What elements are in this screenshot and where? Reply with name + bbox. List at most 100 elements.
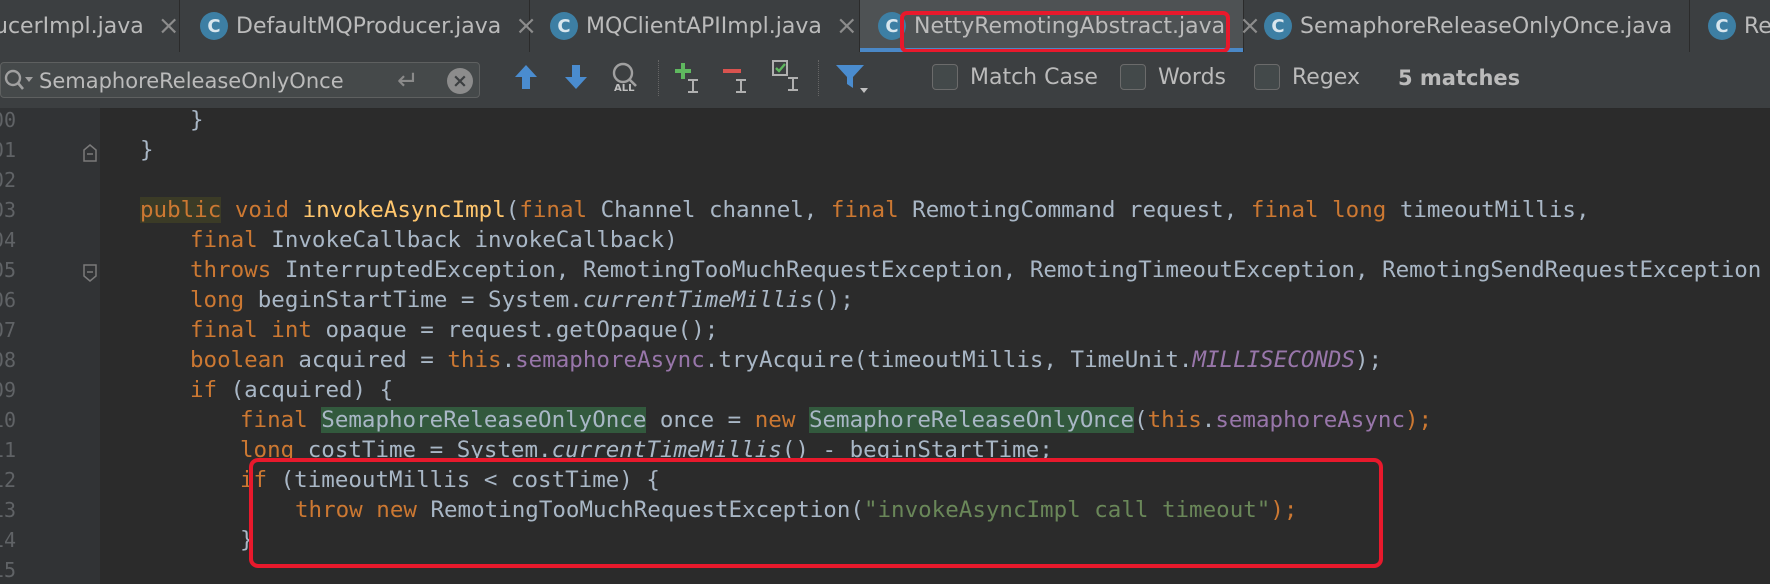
match-case-label: Match Case — [970, 64, 1098, 90]
keyword: final — [830, 197, 899, 223]
line-number: 15 — [0, 558, 16, 582]
code-text: once = — [646, 407, 755, 433]
keyword: throws — [190, 257, 272, 283]
tab-mq-client-api-impl[interactable]: C MQClientAPIImpl.java × — [530, 0, 860, 52]
match-count: 5 matches — [1398, 66, 1521, 90]
tab-label: ucerImpl.java — [0, 13, 144, 39]
line-number: 11 — [0, 438, 16, 462]
fold-icon[interactable] — [82, 144, 98, 162]
fold-icon[interactable] — [82, 264, 98, 282]
line-number: 03 — [0, 198, 16, 222]
regex-option[interactable]: Regex — [1254, 64, 1360, 90]
words-label: Words — [1158, 64, 1227, 90]
code-text: opaque = request.getOpaque(); — [311, 317, 719, 343]
brace: } — [140, 137, 154, 163]
tab-label: Re — [1744, 13, 1770, 39]
tab-label: MQClientAPIImpl.java — [586, 13, 822, 39]
line-number: 04 — [0, 228, 16, 252]
code-line-05: throws InterruptedException, RemotingToo… — [190, 255, 1761, 285]
class-icon: C — [200, 12, 228, 40]
keyword: int — [271, 317, 312, 343]
search-box: ↵ × — [0, 62, 480, 98]
static-method: currentTimeMillis — [582, 287, 814, 313]
words-checkbox[interactable] — [1120, 64, 1146, 90]
code-line-09: if (acquired) { — [190, 375, 393, 405]
code-text: InvokeCallback invokeCallback) — [257, 227, 678, 253]
code-text: (acquired) { — [217, 377, 394, 403]
code-text: . — [1201, 407, 1216, 433]
keyword: public — [140, 197, 222, 223]
remove-selection-icon[interactable] — [720, 60, 756, 94]
field-name: semaphoreAsync — [1215, 407, 1405, 433]
search-icon[interactable] — [3, 66, 35, 96]
code-text: ( — [505, 197, 520, 223]
code-text: ( — [1134, 407, 1148, 433]
keyword: final — [190, 317, 258, 343]
keyword: final — [1250, 197, 1319, 223]
code-line-06: long beginStartTime = System.currentTime… — [190, 285, 854, 315]
line-number: 02 — [0, 168, 16, 192]
constant: MILLISECONDS — [1192, 347, 1356, 373]
regex-checkbox[interactable] — [1254, 64, 1280, 90]
class-icon: C — [550, 12, 578, 40]
method-name: invokeAsyncImpl — [302, 197, 506, 223]
keyword: this — [447, 347, 502, 373]
code-line-07: final int opaque = request.getOpaque(); — [190, 315, 718, 345]
close-icon[interactable]: × — [836, 11, 858, 41]
tab-label: SemaphoreReleaseOnlyOnce.java — [1300, 13, 1673, 39]
words-option[interactable]: Words — [1120, 64, 1226, 90]
next-occurrence-icon[interactable] — [562, 62, 590, 92]
tab-semaphore-release-only-once[interactable]: C SemaphoreReleaseOnlyOnce.java — [1244, 0, 1690, 52]
class-icon: C — [1264, 12, 1292, 40]
line-number: 10 — [0, 408, 16, 432]
line-number: 07 — [0, 318, 16, 342]
keyword: boolean — [190, 347, 285, 373]
keyword: final — [519, 197, 588, 223]
tab-label: DefaultMQProducer.java — [236, 13, 502, 39]
search-input[interactable] — [37, 65, 391, 97]
previous-occurrence-icon[interactable] — [512, 62, 540, 92]
filter-icon[interactable] — [834, 62, 870, 96]
code-text: timeoutMillis, — [1386, 197, 1590, 223]
close-icon[interactable]: × — [158, 11, 180, 41]
select-all-occurrences-icon[interactable]: ALL — [608, 60, 644, 94]
keyword: final — [190, 227, 258, 253]
class-icon: C — [1708, 12, 1736, 40]
tab-annotation-box — [900, 11, 1230, 53]
code-line-10: final SemaphoreReleaseOnlyOnce once = ne… — [240, 405, 1432, 435]
keyword: long — [1332, 197, 1387, 223]
keyword: final — [240, 407, 308, 433]
toolbar-separator — [658, 60, 660, 96]
code-text: RemotingCommand request, — [898, 197, 1251, 223]
match-case-checkbox[interactable] — [932, 64, 958, 90]
keyword: if — [190, 377, 218, 403]
toggle-selection-icon[interactable] — [770, 58, 806, 94]
search-match: SemaphoreReleaseOnlyOnce — [808, 407, 1135, 433]
newline-icon[interactable]: ↵ — [397, 66, 419, 96]
line-number: 12 — [0, 468, 16, 492]
code-line-03: public void invokeAsyncImpl(final Channe… — [140, 195, 1590, 225]
add-selection-icon[interactable] — [672, 60, 708, 94]
keyword: long — [190, 287, 245, 313]
svg-text:ALL: ALL — [614, 83, 635, 94]
tab-overflow[interactable]: C Re — [1690, 0, 1770, 52]
keyword: this — [1147, 407, 1202, 433]
code-text: ); — [1355, 347, 1383, 373]
code-annotation-box — [249, 458, 1383, 568]
line-number: 06 — [0, 288, 16, 312]
clear-search-icon[interactable]: × — [447, 68, 473, 94]
code-line-04: final InvokeCallback invokeCallback) — [190, 225, 678, 255]
code-line-08: boolean acquired = this.semaphoreAsync.t… — [190, 345, 1382, 375]
code-line-01: } — [140, 135, 154, 165]
line-number: 09 — [0, 378, 16, 402]
code-text: acquired = — [284, 347, 448, 373]
match-case-option[interactable]: Match Case — [932, 64, 1098, 90]
line-number: 13 — [0, 498, 16, 522]
search-match: SemaphoreReleaseOnlyOnce — [321, 407, 647, 433]
tab-producer-impl[interactable]: ucerImpl.java × — [0, 0, 180, 52]
line-number: 08 — [0, 348, 16, 372]
tab-default-mq-producer[interactable]: C DefaultMQProducer.java × — [180, 0, 537, 52]
code-text: (); — [813, 287, 854, 313]
code-text: .tryAcquire(timeoutMillis, TimeUnit. — [704, 347, 1193, 373]
line-number: 14 — [0, 528, 16, 552]
